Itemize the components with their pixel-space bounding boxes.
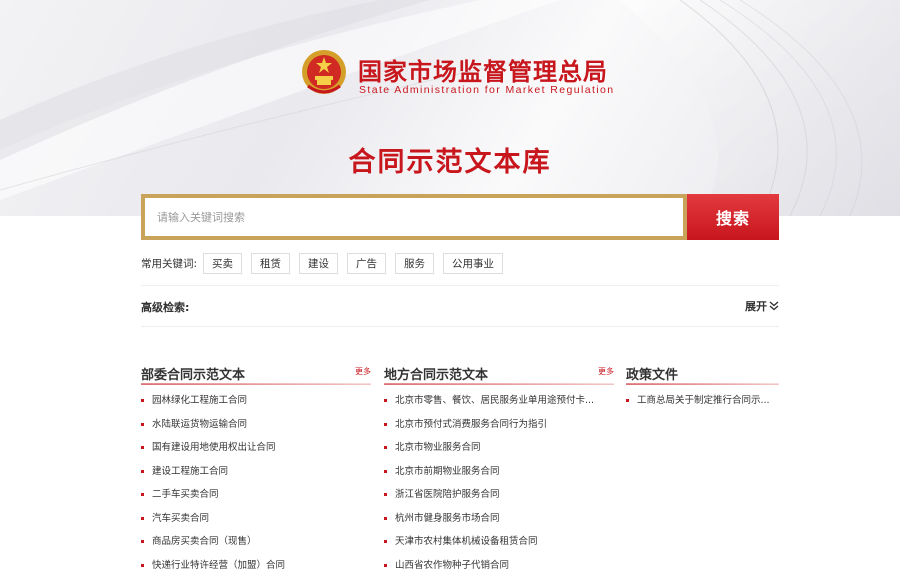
list-item[interactable]: 商品房买卖合同（现售） <box>141 530 371 554</box>
background-paper-decoration <box>0 0 900 216</box>
more-link[interactable]: 更多 <box>355 366 371 377</box>
list-item[interactable]: 国有建设用地使用权出让合同 <box>141 436 371 460</box>
more-link[interactable]: 更多 <box>598 366 614 377</box>
search-button[interactable]: 搜索 <box>687 194 779 240</box>
section-underline <box>384 383 614 385</box>
list-item[interactable]: 浙江省医院陪护服务合同 <box>384 483 614 507</box>
ministry-templates-section: 部委合同示范文本 更多 园林绿化工程施工合同 水陆联运货物运输合同 国有建设用地… <box>141 362 371 577</box>
double-chevron-down-icon <box>769 301 779 311</box>
keyword-tag[interactable]: 买卖 <box>203 253 243 274</box>
bullet-icon <box>141 563 144 567</box>
bullet-icon <box>384 493 387 496</box>
list-item[interactable]: 杭州市健身服务市场合同 <box>384 507 614 531</box>
policy-documents-section: 政策文件 工商总局关于制定推行合同示... <box>626 362 779 413</box>
bullet-icon <box>384 516 387 520</box>
org-name-en: State Administration for Market Regulati… <box>359 84 615 96</box>
section-title: 部委合同示范文本 <box>141 368 246 383</box>
list-item[interactable]: 水陆联运货物运输合同 <box>141 413 371 437</box>
section-underline <box>141 383 371 385</box>
keyword-tag[interactable]: 租赁 <box>251 253 291 274</box>
list-item[interactable]: 天津市农村集体机械设备租赁合同 <box>384 530 614 554</box>
template-list: 园林绿化工程施工合同 水陆联运货物运输合同 国有建设用地使用权出让合同 建设工程… <box>141 389 371 577</box>
list-item[interactable]: 工商总局关于制定推行合同示... <box>626 389 779 413</box>
section-header: 地方合同示范文本 更多 <box>384 362 614 385</box>
list-item[interactable]: 北京市预付式消费服务合同行为指引 <box>384 413 614 437</box>
hero-banner: 国家市场监督管理总局 State Administration for Mark… <box>0 0 900 216</box>
search-input[interactable] <box>145 198 683 236</box>
keyword-tag[interactable]: 公用事业 <box>443 253 504 274</box>
keyword-tag[interactable]: 广告 <box>347 253 387 274</box>
list-item[interactable]: 二手车买卖合同 <box>141 483 371 507</box>
list-item[interactable]: 山西省农作物种子代销合同 <box>384 554 614 578</box>
bullet-icon <box>384 422 387 426</box>
bullet-icon <box>141 422 144 426</box>
keyword-tag[interactable]: 建设 <box>299 253 339 274</box>
list-item[interactable]: 快递行业特许经营（加盟）合同 <box>141 554 371 578</box>
list-item[interactable]: 北京市零售、餐饮、居民服务业单用途预付卡... <box>384 389 614 413</box>
list-item[interactable]: 建设工程施工合同 <box>141 460 371 484</box>
template-list: 北京市零售、餐饮、居民服务业单用途预付卡... 北京市预付式消费服务合同行为指引… <box>384 389 614 577</box>
list-item[interactable]: 北京市物业服务合同 <box>384 436 614 460</box>
bullet-icon <box>141 540 144 543</box>
bullet-icon <box>384 469 387 473</box>
bullet-icon <box>141 446 144 449</box>
search-box-frame <box>141 194 687 240</box>
advanced-search-panel: 高级检索: 展开 <box>141 285 779 327</box>
local-templates-section: 地方合同示范文本 更多 北京市零售、餐饮、居民服务业单用途预付卡... 北京市预… <box>384 362 614 577</box>
section-header: 政策文件 <box>626 362 779 385</box>
expand-label: 展开 <box>745 300 767 313</box>
bullet-icon <box>141 493 144 496</box>
list-item[interactable]: 园林绿化工程施工合同 <box>141 389 371 413</box>
page-title: 合同示范文本库 <box>348 147 552 178</box>
org-name-cn: 国家市场监督管理总局 <box>358 58 608 86</box>
policy-list: 工商总局关于制定推行合同示... <box>626 389 779 413</box>
bullet-icon <box>626 399 629 402</box>
common-keywords: 常用关键词: 买卖 租赁 建设 广告 服务 公用事业 <box>141 253 512 274</box>
expand-toggle[interactable]: 展开 <box>745 298 779 314</box>
bullet-icon <box>384 540 387 543</box>
section-header: 部委合同示范文本 更多 <box>141 362 371 385</box>
national-emblem-logo <box>300 48 348 98</box>
bullet-icon <box>141 516 144 520</box>
bullet-icon <box>384 563 387 567</box>
section-title: 地方合同示范文本 <box>384 368 489 383</box>
bullet-icon <box>384 399 387 402</box>
bullet-icon <box>141 469 144 473</box>
bullet-icon <box>141 399 144 402</box>
section-underline <box>626 383 779 385</box>
keyword-tag[interactable]: 服务 <box>395 253 435 274</box>
bullet-icon <box>384 446 387 449</box>
advanced-search-label: 高级检索: <box>141 301 190 314</box>
keywords-label: 常用关键词: <box>141 258 198 270</box>
section-title: 政策文件 <box>626 368 679 383</box>
search-bar: 搜索 <box>141 194 779 240</box>
list-item[interactable]: 汽车买卖合同 <box>141 507 371 531</box>
list-item[interactable]: 北京市前期物业服务合同 <box>384 460 614 484</box>
